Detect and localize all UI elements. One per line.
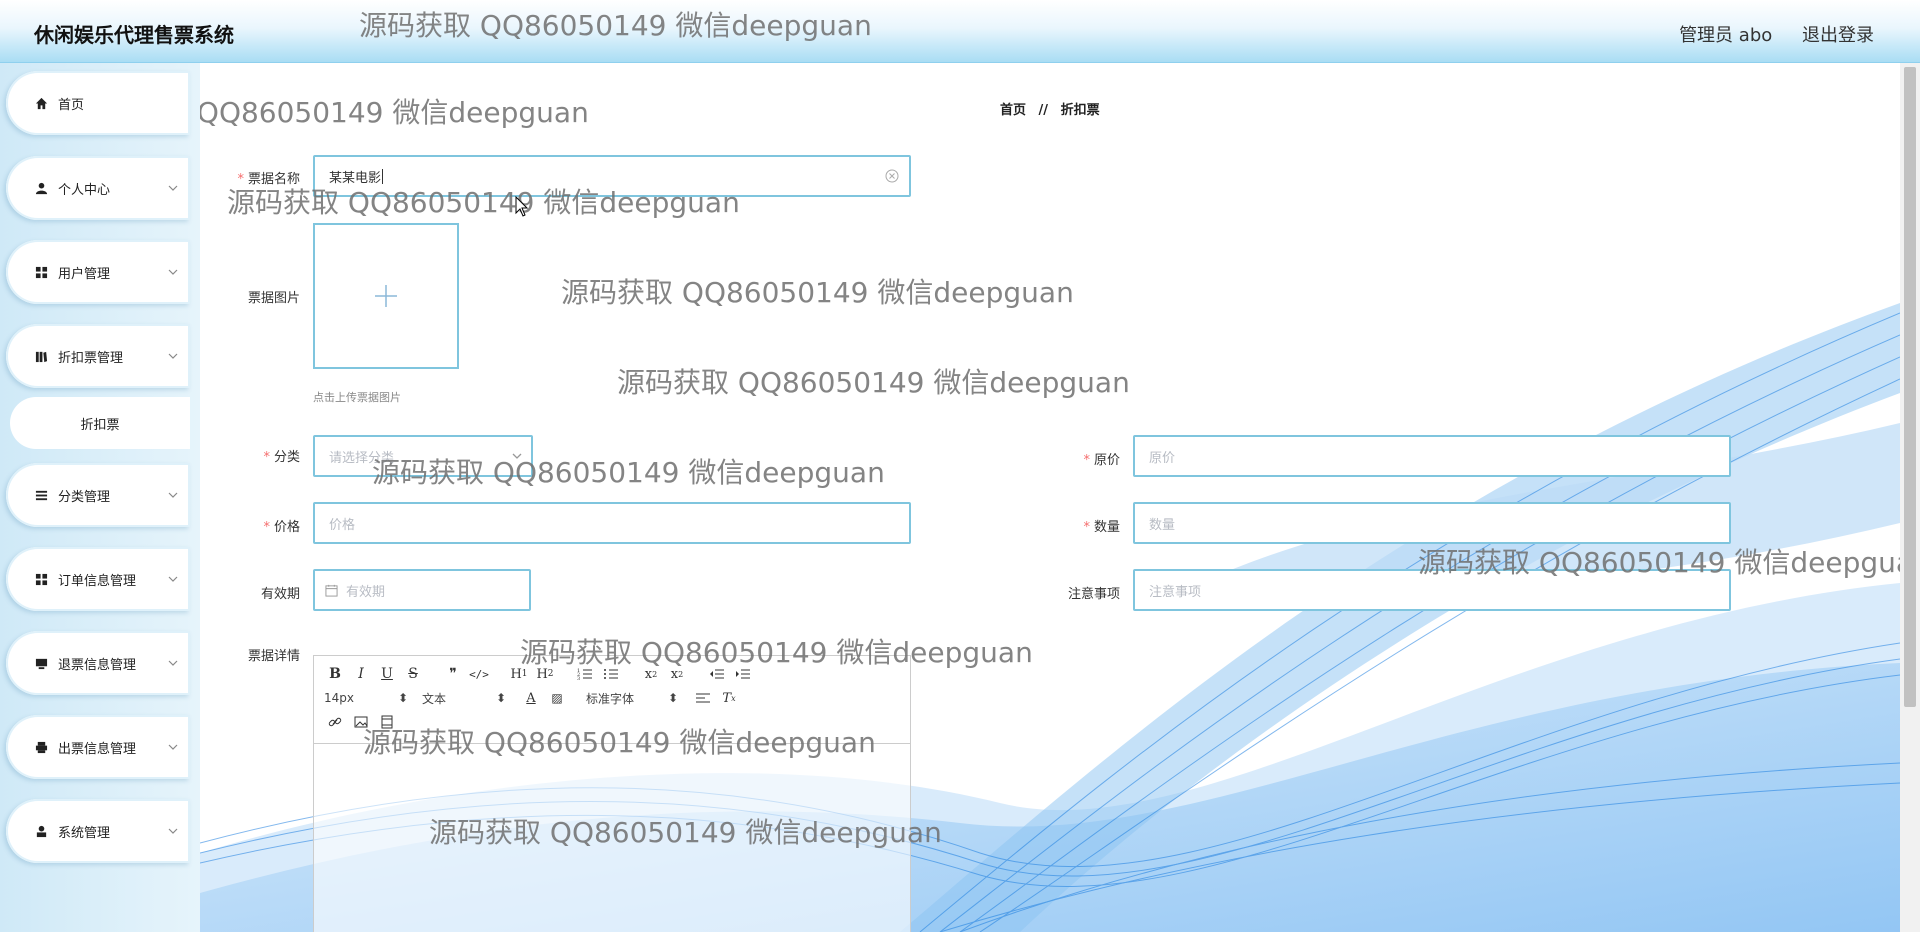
chevron-down-icon [512,453,522,459]
clear-icon[interactable] [885,169,899,183]
background-color-button[interactable]: ▨ [546,688,568,708]
app-title: 休闲娱乐代理售票系统 [34,23,234,47]
chevron-down-icon [168,492,178,498]
sidebar-item-user-management[interactable]: 用户管理 [6,240,190,304]
original-price-label: * 原价 [1083,453,1120,468]
superscript-button[interactable]: x2 [666,664,688,684]
rich-text-editor[interactable]: B I U S ❞ </> H1 H2 123 x2 x2 14px ⬍ 文本 … [313,655,911,932]
block-type-select[interactable]: 文本 ⬍ [422,688,506,708]
original-price-input[interactable]: 原价 [1133,435,1731,477]
align-icon[interactable] [692,688,714,708]
chevron-down-icon [168,828,178,834]
header1-button[interactable]: H1 [508,664,530,684]
bold-button[interactable]: B [324,664,346,684]
code-block-button[interactable]: </> [468,664,490,684]
sidebar-item-label: 分类管理 [58,489,111,505]
breadcrumb-separator: // [1038,103,1049,118]
chevron-down-icon [168,185,178,191]
breadcrumb: 首页 // 折扣票 [1000,99,1100,118]
top-header: 休闲娱乐代理售票系统 管理员 abo 退出登录 [0,0,1920,63]
quantity-input[interactable]: 数量 [1133,502,1731,544]
scrollbar-thumb[interactable] [1904,67,1916,707]
grid-icon [34,265,48,279]
monitor-icon [34,656,48,670]
validity-label: 有效期 [260,587,300,602]
clear-format-button[interactable]: Tx [718,688,740,708]
italic-button[interactable]: I [350,664,372,684]
sidebar-item-refund-management[interactable]: 退票信息管理 [6,631,190,695]
link-icon[interactable] [324,712,346,732]
image-icon[interactable] [350,712,372,732]
notes-input[interactable]: 注意事项 [1133,569,1731,611]
chevron-down-icon [168,576,178,582]
chevron-down-icon [168,744,178,750]
indent-icon[interactable] [732,664,754,684]
ordered-list-icon[interactable]: 123 [574,664,596,684]
upload-tip: 点击上传票据图片 [313,391,401,404]
mouse-cursor-icon [515,196,529,217]
video-icon[interactable] [376,712,398,732]
sidebar-item-label: 个人中心 [58,182,111,198]
vertical-scrollbar[interactable] [1900,63,1920,932]
sidebar-item-category-management[interactable]: 分类管理 [6,463,190,527]
header2-button[interactable]: H2 [534,664,556,684]
book-icon [34,349,48,363]
validity-date-picker[interactable]: 有效期 [313,569,531,611]
underline-button[interactable]: U [376,664,398,684]
blockquote-button[interactable]: ❞ [442,664,464,684]
calendar-icon [325,584,338,597]
text-color-button[interactable]: A [520,688,542,708]
price-input[interactable]: 价格 [313,502,911,544]
price-label: * 价格 [263,520,300,535]
svg-text:3: 3 [577,676,580,681]
image-upload-button[interactable] [313,223,459,369]
notes-label: 注意事项 [1067,587,1120,602]
header-actions: 管理员 abo 退出登录 [1655,21,1874,47]
sidebar: 首页 个人中心 用户管理 折扣票管理 折扣票 分类管理 订单信息管理 退票信息管… [0,63,200,932]
name-label: * 票据名称 [237,172,300,187]
sidebar-item-order-management[interactable]: 订单信息管理 [6,547,190,611]
breadcrumb-home[interactable]: 首页 [1000,103,1026,118]
sidebar-item-label: 用户管理 [58,266,111,282]
editor-toolbar: B I U S ❞ </> H1 H2 123 x2 x2 14px ⬍ 文本 … [314,656,910,744]
sidebar-item-discount-ticket-management[interactable]: 折扣票管理 [6,324,190,388]
home-icon [34,96,48,110]
sidebar-item-home[interactable]: 首页 [6,71,190,135]
person-icon [34,824,48,838]
chevron-down-icon [168,353,178,359]
bullet-list-icon[interactable] [600,664,622,684]
user-icon [34,181,48,195]
sidebar-item-personal-center[interactable]: 个人中心 [6,156,190,220]
sidebar-item-system-management[interactable]: 系统管理 [6,799,190,863]
quantity-label: * 数量 [1083,520,1120,535]
font-size-select[interactable]: 14px ⬍ [324,688,408,708]
grid-icon [34,572,48,586]
category-label: * 分类 [263,450,300,465]
main-content: 首页 // 折扣票 * 票据名称 某某电影 票据图片 点击上传票据图片 * 分类 请… [200,63,1900,932]
ticket-name-input[interactable]: 某某电影 [313,155,911,197]
outdent-icon[interactable] [706,664,728,684]
sidebar-subitem-discount-ticket[interactable]: 折扣票 [10,397,190,449]
image-label: 票据图片 [247,291,300,306]
list-icon [34,488,48,502]
font-family-select[interactable]: 标准字体 ⬍ [586,688,678,708]
current-user[interactable]: 管理员 abo [1679,25,1772,46]
sidebar-item-label: 首页 [58,97,85,113]
plus-icon [375,285,397,307]
printer-icon [34,740,48,754]
sidebar-item-label: 订单信息管理 [58,573,137,589]
breadcrumb-current: 折扣票 [1060,103,1100,118]
category-select[interactable]: 请选择分类 [313,435,533,477]
sidebar-item-label: 出票信息管理 [58,741,137,757]
sidebar-item-label: 退票信息管理 [58,657,137,673]
logout-link[interactable]: 退出登录 [1802,25,1874,46]
chevron-down-icon [168,660,178,666]
sidebar-item-issue-management[interactable]: 出票信息管理 [6,715,190,779]
sidebar-item-label: 系统管理 [58,825,111,841]
strike-button[interactable]: S [402,664,424,684]
chevron-down-icon [168,269,178,275]
subscript-button[interactable]: x2 [640,664,662,684]
details-label: 票据详情 [247,649,300,664]
sidebar-item-label: 折扣票管理 [58,350,124,366]
